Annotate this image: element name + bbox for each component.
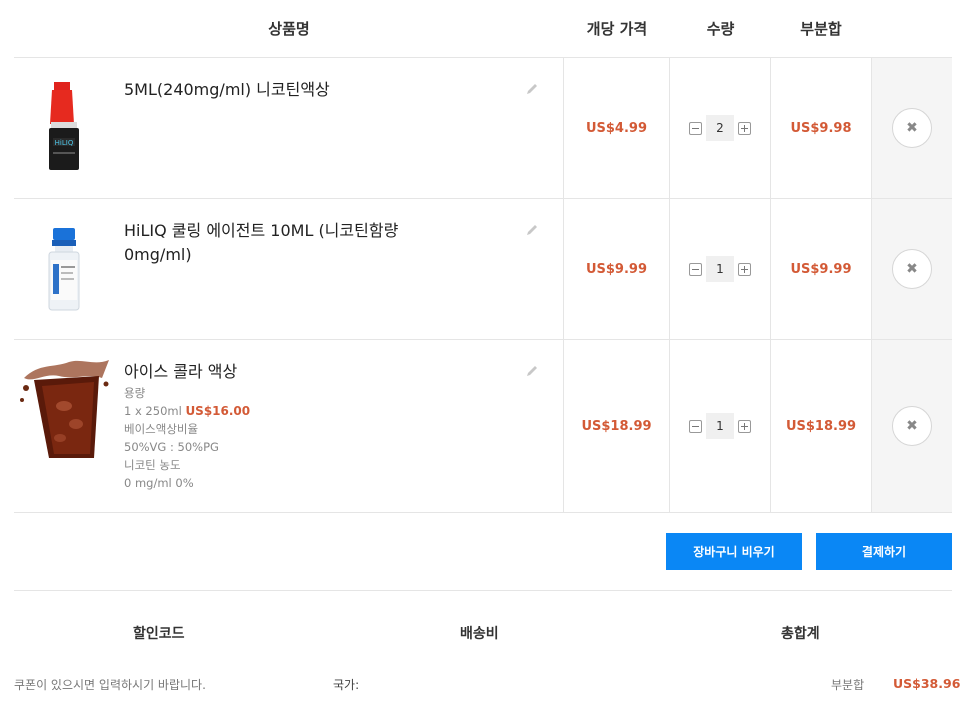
product-cell: HiLIQ 쿨링 에이전트 10ML (니코틴함량 0mg/ml): [14, 199, 564, 339]
product-image[interactable]: [14, 358, 114, 462]
product-cell: HiLIQ 5ML(240mg/ml) 니코틴액상: [14, 58, 564, 198]
quantity-input[interactable]: 1: [706, 256, 734, 282]
red-cap-bottle-icon: HiLIQ: [49, 82, 79, 170]
unit-price: US$9.99: [564, 199, 670, 339]
row-subtotal: US$9.98: [771, 58, 872, 198]
plus-icon[interactable]: [738, 419, 751, 433]
minus-icon[interactable]: [689, 262, 702, 276]
cart-row: 아이스 콜라 액상 용량 1 x 250ml US$16.00 베이스액상비율 …: [14, 340, 952, 513]
close-icon[interactable]: ✖: [892, 406, 932, 446]
close-icon[interactable]: ✖: [892, 249, 932, 289]
plus-icon[interactable]: [738, 262, 751, 276]
pencil-icon[interactable]: [525, 82, 539, 96]
svg-text:HiLIQ: HiLIQ: [55, 139, 74, 147]
minus-icon[interactable]: [689, 419, 702, 433]
option-value: 1 x 250ml US$16.00: [124, 404, 251, 418]
unit-price: US$18.99: [564, 340, 670, 512]
country-label: 국가:: [333, 678, 360, 692]
cart-table: 상품명 개당 가격 수량 부분합 HiLIQ 5ML(240mg/ml) 니코틴…: [14, 0, 952, 513]
pencil-icon[interactable]: [525, 364, 539, 378]
remove-cell: ✖: [872, 340, 952, 512]
quantity-input[interactable]: 2: [706, 115, 734, 141]
row-subtotal: US$18.99: [771, 340, 872, 512]
product-image[interactable]: HiLIQ: [14, 80, 114, 176]
product-name[interactable]: 5ML(240mg/ml) 니코틴액상: [124, 78, 424, 102]
product-name[interactable]: HiLIQ 쿨링 에이전트 10ML (니코틴함량 0mg/ml): [124, 219, 424, 267]
quantity-stepper: 1: [670, 340, 771, 512]
row-subtotal: US$9.99: [771, 199, 872, 339]
header-product: 상품명: [268, 20, 310, 38]
quantity-stepper: 1: [670, 199, 771, 339]
checkout-button[interactable]: 결제하기: [816, 533, 952, 570]
quantity-input[interactable]: 1: [706, 413, 734, 439]
option-label: 용량: [124, 386, 146, 400]
remove-cell: ✖: [872, 58, 952, 198]
cart-table-header: 상품명 개당 가격 수량 부분합: [14, 0, 952, 58]
coupon-hint: 쿠폰이 있으시면 입력하시기 바랍니다.: [14, 678, 206, 692]
option-value: 50%VG : 50%PG: [124, 440, 219, 454]
subtotal-value: US$38.96: [893, 676, 961, 691]
pencil-icon[interactable]: [525, 223, 539, 237]
option-label: 베이스액상비율: [124, 422, 199, 436]
option-price: US$16.00: [185, 404, 251, 418]
header-subtotal: 부분합: [800, 20, 842, 38]
subtotal-label: 부분합: [831, 678, 865, 692]
product-options: 용량 1 x 250ml US$16.00 베이스액상비율 50%VG : 50…: [124, 384, 250, 492]
blue-cap-bottle-icon: [48, 228, 80, 311]
cola-glass-icon: [20, 360, 109, 458]
cart-row: HiLIQ 5ML(240mg/ml) 니코틴액상 US$4.99 2 US$9…: [14, 58, 952, 199]
quantity-stepper: 2: [670, 58, 771, 198]
plus-icon[interactable]: [738, 121, 751, 135]
close-icon[interactable]: ✖: [892, 108, 932, 148]
header-price: 개당 가격: [586, 20, 648, 38]
option-value: 0 mg/ml 0%: [124, 476, 194, 490]
product-name[interactable]: 아이스 콜라 액상: [124, 360, 424, 384]
unit-price: US$4.99: [564, 58, 670, 198]
remove-cell: ✖: [872, 199, 952, 339]
product-image[interactable]: [14, 225, 114, 315]
shipping-heading: 배송비: [460, 626, 499, 642]
coupon-heading: 할인코드: [133, 626, 185, 642]
cart-actions: 장바구니 비우기 결제하기: [14, 513, 952, 591]
product-cell: 아이스 콜라 액상 용량 1 x 250ml US$16.00 베이스액상비율 …: [14, 340, 564, 512]
header-qty: 수량: [706, 20, 735, 38]
total-heading: 총합계: [781, 626, 820, 642]
empty-cart-button[interactable]: 장바구니 비우기: [666, 533, 802, 570]
cart-row: HiLIQ 쿨링 에이전트 10ML (니코틴함량 0mg/ml) US$9.9…: [14, 199, 952, 340]
minus-icon[interactable]: [689, 121, 702, 135]
option-label: 니코틴 농도: [124, 458, 181, 472]
